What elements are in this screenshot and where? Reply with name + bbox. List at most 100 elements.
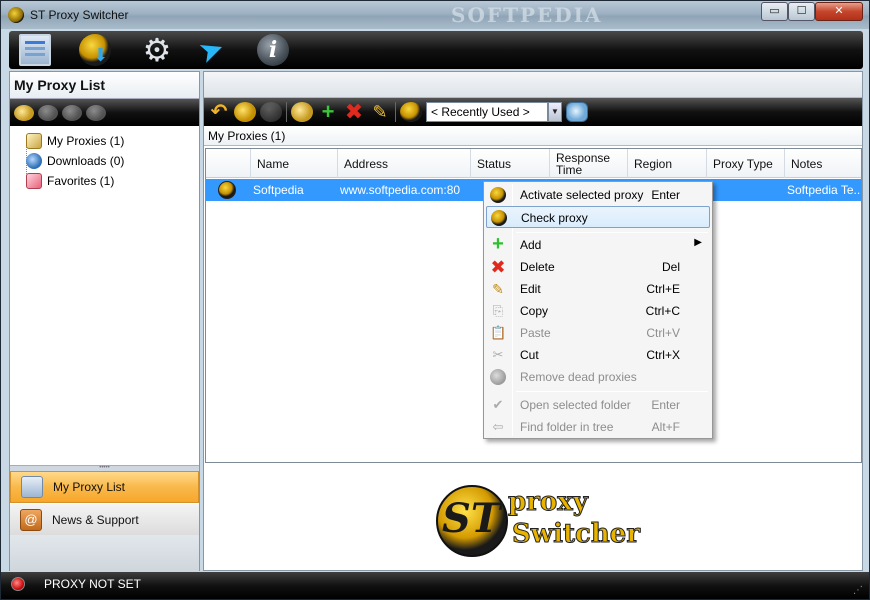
globe-icon[interactable]	[400, 102, 422, 122]
app-globe-icon	[8, 7, 24, 23]
update-globe-icon[interactable]	[79, 34, 111, 66]
toolbar-separator	[395, 102, 396, 122]
nav-label: News & Support	[52, 512, 139, 527]
paste-icon: 📋	[490, 325, 507, 340]
nav-label: My Proxy List	[53, 480, 126, 494]
tree-item-label: Downloads (0)	[47, 154, 125, 168]
remove-dead-icon	[490, 369, 506, 385]
menu-label: Check proxy	[521, 211, 588, 225]
left-panel-toolbar	[10, 99, 199, 126]
column-header-proxy-type[interactable]: Proxy Type	[706, 149, 784, 178]
tree-item-label: Favorites (1)	[47, 174, 115, 188]
minimize-button[interactable]: ▭	[761, 2, 788, 21]
add-folder-icon[interactable]	[291, 102, 313, 122]
column-header-region[interactable]: Region	[627, 149, 706, 178]
cursor-icon[interactable]: ➤	[194, 29, 235, 71]
column-header-status[interactable]: Status	[470, 149, 549, 178]
status-bar: PROXY NOT SET ⋰	[1, 572, 869, 599]
menu-label: Copy	[520, 304, 549, 318]
menu-label: Cut	[520, 348, 539, 362]
proxy-list-icon	[21, 476, 43, 498]
copy-icon: ⎘	[492, 303, 504, 318]
trash-icon[interactable]	[260, 102, 282, 122]
edit-pencil-icon[interactable]: ✎	[369, 102, 391, 122]
menu-item-edit[interactable]: ✎ Edit Ctrl+E	[486, 278, 710, 300]
close-button[interactable]: ✕	[815, 2, 863, 21]
window-title: ST Proxy Switcher	[30, 8, 129, 22]
menu-item-delete[interactable]: ✖ Delete Del	[486, 256, 710, 278]
nav-news-support[interactable]: @ News & Support	[10, 504, 199, 536]
delete-folder-icon[interactable]	[62, 104, 82, 121]
maximize-button[interactable]: ☐	[788, 2, 815, 21]
recently-used-dropdown[interactable]: < Recently Used >	[426, 102, 548, 122]
menu-item-cut[interactable]: ✂ Cut Ctrl+X	[486, 344, 710, 366]
menu-label: Open selected folder	[520, 398, 631, 412]
column-header-icon[interactable]	[206, 149, 250, 178]
add-folder-icon[interactable]	[14, 104, 34, 121]
title-bar: ST Proxy Switcher SOFTPEDIA ▭ ☐ ✕	[1, 1, 869, 29]
delete-proxy-icon[interactable]: ✖	[343, 101, 365, 123]
menu-label: Activate selected proxy	[520, 188, 644, 202]
logo-st-mark: ST	[442, 495, 501, 542]
menu-item-remove-dead[interactable]: Remove dead proxies	[486, 366, 710, 388]
folder-tree: My Proxies (1) Downloads (0) Favorites (…	[10, 128, 199, 468]
proxy-list-icon[interactable]	[19, 34, 51, 66]
status-text: PROXY NOT SET	[44, 577, 141, 591]
undo-icon[interactable]: ↶	[208, 102, 230, 122]
cell-notes: Softpedia Te...	[787, 183, 861, 197]
news-at-icon: @	[20, 508, 42, 531]
menu-item-open-folder[interactable]: ✔ Open selected folder Enter	[486, 394, 710, 416]
menu-label: Remove dead proxies	[520, 370, 637, 384]
menu-item-add[interactable]: + Add ▶	[486, 234, 710, 256]
folder-options-icon[interactable]	[86, 104, 106, 121]
chevron-down-icon[interactable]: ▼	[548, 102, 562, 122]
column-header-notes[interactable]: Notes	[784, 149, 861, 178]
activate-icon[interactable]	[234, 102, 256, 122]
tree-item-label: My Proxies (1)	[47, 134, 125, 148]
rename-folder-icon[interactable]	[38, 104, 58, 121]
menu-item-activate[interactable]: Activate selected proxy Enter	[486, 184, 710, 206]
cell-name: Softpedia	[253, 183, 304, 197]
check-proxy-icon[interactable]	[566, 102, 588, 122]
nav-empty-area	[10, 535, 199, 571]
cell-address: www.softpedia.com:80	[340, 183, 461, 197]
open-folder-icon: ✔	[492, 397, 504, 412]
menu-shortcut: Del	[661, 260, 680, 274]
menu-item-find-folder[interactable]: ⇦ Find folder in tree Alt+F	[486, 416, 710, 438]
column-header-response-time[interactable]: Response Time	[549, 149, 627, 178]
menu-shortcut: Ctrl+X	[646, 348, 680, 362]
tree-item-favorites[interactable]: Favorites (1)	[26, 172, 114, 190]
tree-item-downloads[interactable]: Downloads (0)	[26, 152, 124, 170]
status-indicator-icon	[11, 577, 25, 591]
column-header-name[interactable]: Name	[250, 149, 337, 178]
menu-label: Add	[520, 238, 542, 252]
find-folder-icon: ⇦	[492, 419, 504, 434]
column-header-address[interactable]: Address	[337, 149, 470, 178]
menu-item-check-proxy[interactable]: Check proxy	[486, 206, 710, 228]
left-panel-title: My Proxy List	[10, 72, 199, 99]
tree-item-my-proxies[interactable]: My Proxies (1)	[26, 132, 124, 150]
menu-shortcut: Ctrl+C	[645, 304, 680, 318]
menu-item-copy[interactable]: ⎘ Copy Ctrl+C	[486, 300, 710, 322]
resize-grip-icon[interactable]: ⋰	[853, 585, 863, 596]
menu-label: Edit	[520, 282, 541, 296]
left-panel: My Proxy List My Proxies (1) Downloads (…	[9, 71, 200, 571]
menu-shortcut: Enter	[651, 398, 680, 412]
folder-icon	[26, 133, 42, 149]
menu-item-paste[interactable]: 📋 Paste Ctrl+V	[486, 322, 710, 344]
nav-my-proxy-list[interactable]: My Proxy List	[10, 471, 199, 503]
app-logo: ST proxy Switcher	[436, 485, 641, 565]
delete-icon: ✖	[490, 257, 506, 277]
menu-label: Delete	[520, 260, 555, 274]
menu-separator	[516, 232, 708, 233]
add-proxy-icon[interactable]: +	[317, 101, 339, 123]
menu-separator	[516, 391, 708, 392]
globe-icon	[490, 187, 506, 203]
logo-text-proxy: proxy	[508, 487, 589, 518]
app-window: ST Proxy Switcher SOFTPEDIA ▭ ☐ ✕ ⚙ ➤ i …	[0, 0, 870, 600]
menu-label: Paste	[520, 326, 551, 340]
plus-icon: +	[492, 233, 504, 255]
info-icon[interactable]: i	[257, 34, 289, 66]
submenu-arrow-icon: ▶	[694, 237, 702, 248]
settings-gear-icon[interactable]: ⚙	[141, 34, 173, 66]
